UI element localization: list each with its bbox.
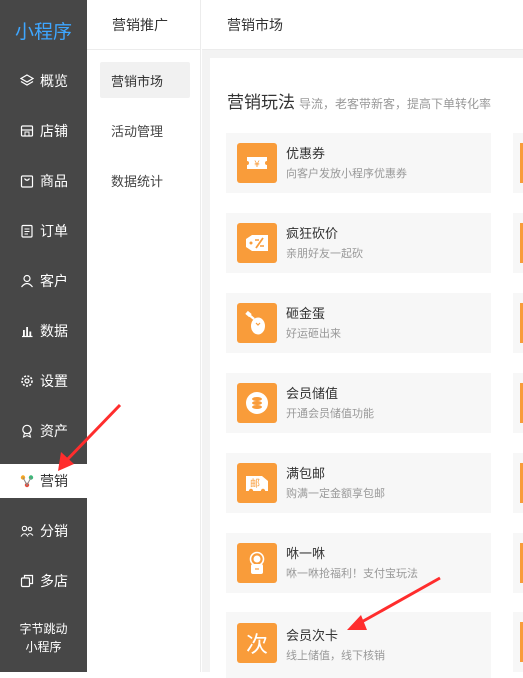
nav-item-label-line1: 字节跳动	[19, 622, 68, 636]
store-icon	[20, 124, 34, 138]
nav-item-distribution[interactable]: 分销	[0, 514, 87, 548]
nav-item-marketing[interactable]: 营销	[0, 464, 87, 498]
card-member-stored-value[interactable]: 会员储值 开通会员储值功能	[226, 373, 491, 433]
clipboard-icon	[20, 224, 34, 238]
nav-item-label: 客户	[40, 274, 68, 290]
nav-item-label: 分销	[40, 524, 68, 540]
card-bargain[interactable]: 疯狂砍价 亲朋好友一起砍	[226, 213, 491, 273]
nav-item-label: 资产	[40, 424, 68, 440]
card-coupon[interactable]: ¥ 优惠券 向客户发放小程序优惠券	[226, 133, 491, 193]
card-title: 咻一咻	[286, 547, 326, 562]
bar-chart-icon	[20, 324, 34, 338]
nav-item-label: 多店	[40, 574, 68, 590]
nav-item-label: 数据	[40, 324, 68, 340]
card-title: 满包邮	[286, 467, 326, 482]
card-description: 咻一咻抢福利！支付宝玩法	[286, 567, 418, 580]
times-card-icon-glyph: 次	[245, 633, 268, 658]
section-title-text: 营销玩法	[227, 93, 295, 113]
coupon-icon: ¥	[237, 143, 277, 183]
card-partial-right[interactable]	[513, 293, 523, 353]
nav-item-label-line2: 小程序	[25, 640, 62, 654]
times-card-icon: 次	[237, 623, 277, 663]
svg-text:¥: ¥	[254, 160, 260, 170]
nav-item-settings[interactable]: 设置	[0, 364, 87, 398]
nav-item-assets[interactable]: 资产	[0, 414, 87, 448]
gear-icon	[20, 374, 34, 388]
sub-item-marketing-market[interactable]: 营销市场	[100, 62, 190, 98]
free-shipping-icon: 邮	[237, 463, 277, 503]
section-subtitle: 导流，老客带新客，提高下单转化率	[299, 97, 492, 111]
card-title: 优惠券	[286, 147, 326, 162]
card-title: 砸金蛋	[286, 307, 326, 322]
page-title: 营销市场	[227, 17, 283, 34]
card-member-times-card[interactable]: 次 会员次卡 线上储值，线下核销	[226, 612, 491, 678]
nav-item-orders[interactable]: 订单	[0, 214, 87, 248]
golden-egg-icon	[237, 303, 277, 343]
card-description: 好运砸出来	[286, 327, 341, 340]
sub-item-data-statistics[interactable]: 数据统计	[100, 162, 190, 198]
nav-item-label: 概览	[40, 74, 68, 90]
card-free-shipping[interactable]: 邮 满包邮 购满一定金额享包邮	[226, 453, 491, 513]
bag-icon	[20, 174, 34, 188]
bargain-icon	[237, 223, 277, 263]
card-partial-right[interactable]	[513, 213, 523, 273]
nav-item-bytedance-miniapp[interactable]: 字节跳动 小程序	[0, 614, 87, 662]
nav-item-label: 营销	[40, 474, 68, 490]
section-title: 营销玩法 导流，老客带新客，提高下单转化率	[227, 88, 491, 113]
card-title: 会员储值	[286, 387, 339, 402]
nav-item-label: 店铺	[40, 124, 68, 140]
free-shipping-icon-glyph: 邮	[250, 479, 260, 490]
card-partial-right[interactable]	[513, 373, 523, 433]
nav-item-store[interactable]: 店铺	[0, 114, 87, 148]
nav-item-overview[interactable]: 概览	[0, 64, 87, 98]
badge-icon	[20, 424, 34, 438]
layers-icon	[20, 74, 34, 88]
card-title: 疯狂砍价	[286, 227, 339, 242]
nav-item-data[interactable]: 数据	[0, 314, 87, 348]
page-header: 营销市场	[202, 0, 523, 50]
card-description: 向客户发放小程序优惠券	[286, 167, 407, 180]
card-description: 购满一定金额享包邮	[286, 487, 385, 500]
secondary-sidebar: 营销推广 营销市场 活动管理 数据统计	[87, 0, 201, 672]
card-partial-right[interactable]	[513, 612, 523, 672]
nav-item-label: 设置	[40, 374, 68, 390]
main-sidebar: 小程序 概览 店铺 商品 订单 客户 数据 设置 资产 营销 分销 多店 字节跳…	[0, 0, 87, 672]
nav-item-multi-store[interactable]: 多店	[0, 564, 87, 598]
nav-item-label: 订单	[40, 224, 68, 240]
card-description: 线上储值，线下核销	[286, 649, 385, 662]
card-golden-egg[interactable]: 砸金蛋 好运砸出来	[226, 293, 491, 353]
nav-item-products[interactable]: 商品	[0, 164, 87, 198]
user-icon	[20, 274, 34, 288]
card-description: 开通会员储值功能	[286, 407, 374, 420]
card-partial-right[interactable]	[513, 533, 523, 593]
multi-store-icon	[20, 574, 34, 588]
card-partial-right[interactable]	[513, 453, 523, 513]
card-partial-right[interactable]	[513, 133, 523, 193]
nav-item-label: 商品	[40, 174, 68, 190]
marketing-icon	[20, 474, 34, 488]
app-title[interactable]: 小程序	[0, 0, 87, 60]
card-title: 会员次卡	[286, 629, 339, 644]
coins-icon	[237, 383, 277, 423]
nav-item-customers[interactable]: 客户	[0, 264, 87, 298]
distribution-icon	[20, 524, 34, 538]
secondary-sidebar-header: 营销推广	[87, 0, 200, 50]
tap-icon	[237, 543, 277, 583]
sub-item-activity-management[interactable]: 活动管理	[100, 112, 190, 148]
card-description: 亲朋好友一起砍	[286, 247, 363, 260]
card-tap-tap[interactable]: 咻一咻 咻一咻抢福利！支付宝玩法	[226, 533, 491, 593]
